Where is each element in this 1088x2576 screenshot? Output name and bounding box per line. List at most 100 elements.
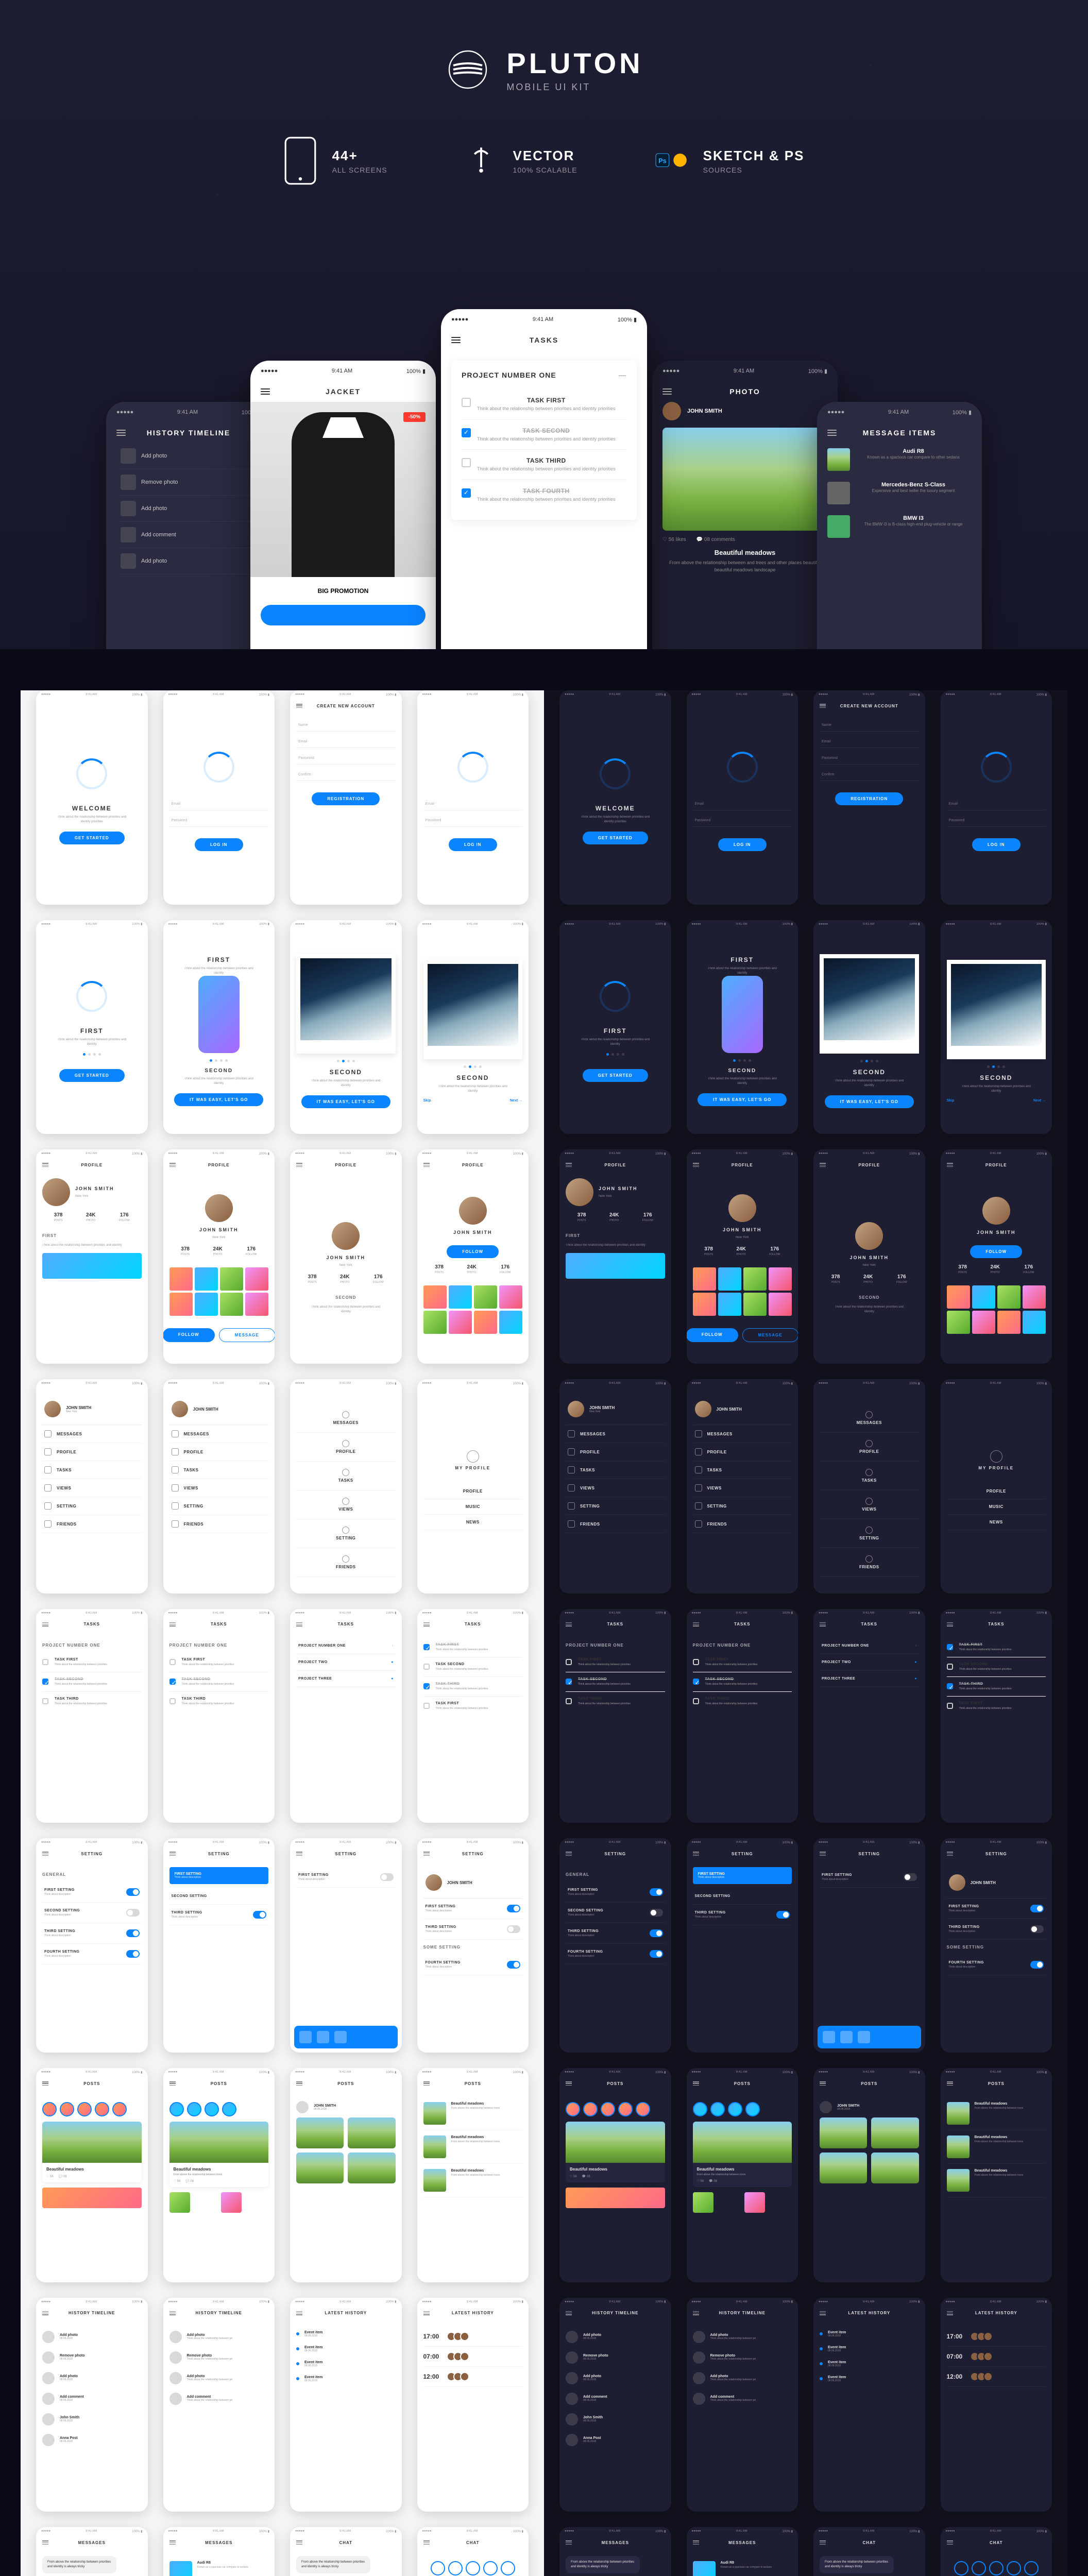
story-avatar[interactable] (222, 2102, 236, 2116)
menu-profile[interactable]: JOHN SMITH (693, 1394, 792, 1425)
toggle-switch[interactable] (1030, 1925, 1044, 1933)
menu-icon[interactable] (296, 1622, 302, 1626)
menu-item[interactable]: NEWS (947, 1515, 1046, 1530)
toggle-switch[interactable] (1030, 1961, 1044, 1969)
contact-avatar[interactable] (1024, 2561, 1039, 2575)
menu-icon[interactable] (693, 1622, 699, 1626)
menu-item[interactable]: PROFILE (42, 1443, 142, 1461)
menu-icon[interactable] (947, 2311, 953, 2315)
task-row[interactable]: TASK THIRDThink about the relationship b… (693, 1692, 792, 1711)
toggle-switch[interactable] (126, 1909, 140, 1917)
timeline-item[interactable]: John Smith08.06.2018 (566, 2409, 665, 2430)
menu-item[interactable]: MUSIC (423, 1499, 523, 1515)
toggle-switch[interactable] (650, 1950, 663, 1958)
story-avatar[interactable] (566, 2102, 580, 2116)
project-row[interactable]: PROJECT TWO● (296, 1654, 396, 1671)
confirm-field[interactable]: Confirm (820, 769, 919, 781)
lets-go-button[interactable]: IT WAS EASY, LET'S GO (698, 1093, 787, 1106)
story-avatar[interactable] (187, 2102, 201, 2116)
task-row[interactable]: TASK THIRDThink about the relationship b… (42, 1692, 142, 1711)
follow-button[interactable]: FOLLOW (163, 1328, 215, 1342)
setting-row[interactable]: THIRD SETTINGThink about description (566, 1923, 665, 1944)
lets-go-button[interactable]: IT WAS EASY, LET'S GO (174, 1093, 263, 1106)
menu-item[interactable]: SETTING (42, 1497, 142, 1515)
task-row[interactable]: TASK SECONDThink about the relationship … (947, 1657, 1046, 1677)
registration-button[interactable]: REGISTRATION (835, 792, 903, 805)
setting-row[interactable]: THIRD SETTINGThink about description (947, 1919, 1046, 1940)
message-item[interactable]: Audi R8Known as a spacious car compare t… (827, 443, 972, 477)
menu-item[interactable]: SETTING (820, 1519, 919, 1548)
toggle-switch[interactable] (126, 1950, 140, 1958)
email-field[interactable]: Email (947, 798, 1046, 810)
checkbox-icon[interactable] (42, 1659, 48, 1665)
task-row[interactable]: TASK SECONDThink about the relationship … (423, 1657, 523, 1677)
login-button[interactable]: LOG IN (195, 838, 243, 851)
post-row[interactable]: Beautiful meadowsFrom above the relation… (947, 2097, 1046, 2130)
menu-icon[interactable] (261, 388, 270, 395)
setting-row[interactable]: FOURTH SETTINGThink about description (423, 1955, 523, 1975)
menu-icon[interactable] (423, 1622, 430, 1626)
menu-icon[interactable] (423, 2540, 430, 2545)
checkbox-icon[interactable] (423, 1664, 430, 1670)
email-field[interactable]: Email (169, 798, 269, 810)
menu-item[interactable]: SETTING (566, 1497, 665, 1515)
menu-icon[interactable] (566, 1163, 572, 1167)
post-row[interactable]: Beautiful meadowsFrom above the relation… (947, 2164, 1046, 2197)
menu-item[interactable]: VIEWS (42, 1479, 142, 1497)
menu-icon[interactable] (820, 2081, 826, 2086)
menu-profile[interactable]: JOHN SMITH (169, 1394, 269, 1425)
story-avatar[interactable] (77, 2102, 92, 2116)
menu-item[interactable]: MESSAGES (296, 1404, 396, 1433)
next-link[interactable]: Next → (1033, 1099, 1046, 1103)
menu-profile[interactable]: JOHN SMITHNew York (42, 1394, 142, 1425)
menu-icon[interactable] (423, 2311, 430, 2315)
hour-block[interactable]: 07:00 (947, 2347, 1046, 2367)
post-card[interactable]: Beautiful meadowsFrom above the relation… (693, 2122, 792, 2187)
toggle-switch[interactable] (253, 1911, 266, 1919)
task-row[interactable]: TASK THIRDThink about the relationship b… (947, 1677, 1046, 1697)
checkbox-icon[interactable] (462, 428, 471, 437)
setting-row[interactable]: FOURTH SETTINGThink about description (947, 1955, 1046, 1975)
menu-icon[interactable] (423, 2081, 430, 2086)
contact-avatar[interactable] (1007, 2561, 1021, 2575)
toggle-switch[interactable] (1030, 1905, 1044, 1912)
contact-avatar[interactable] (431, 2561, 445, 2575)
menu-icon[interactable] (566, 2081, 572, 2086)
task-row[interactable]: TASK FIRSTThink about the relationship b… (42, 1653, 142, 1672)
skip-link[interactable]: Skip (947, 1099, 955, 1103)
skip-link[interactable]: Skip (423, 1099, 431, 1103)
checkbox-icon[interactable] (169, 1659, 176, 1665)
hour-block[interactable]: 12:00 (423, 2367, 523, 2387)
hour-block[interactable]: 17:00 (423, 2327, 523, 2347)
email-field[interactable]: Email (820, 736, 919, 748)
lets-go-button[interactable]: IT WAS EASY, LET'S GO (825, 1095, 914, 1108)
story-avatar[interactable] (169, 2102, 184, 2116)
checkbox-icon[interactable] (693, 1679, 699, 1685)
menu-item[interactable]: TASKS (296, 1462, 396, 1490)
password-field[interactable]: Password (423, 815, 523, 827)
story-avatar[interactable] (745, 2102, 760, 2116)
name-field[interactable]: Name (296, 719, 396, 732)
timeline-item[interactable]: Add commentThink about the relationship … (169, 2388, 269, 2409)
menu-icon[interactable] (820, 2540, 826, 2545)
task-row[interactable]: TASK FIRSTThink about the relationship b… (423, 1697, 523, 1716)
post-card[interactable]: Beautiful meadowsFrom above the relation… (169, 2122, 269, 2187)
toggle-switch[interactable] (126, 1888, 140, 1896)
menu-icon[interactable] (662, 388, 672, 395)
post-row[interactable]: Beautiful meadowsFrom above the relation… (423, 2097, 523, 2130)
checkbox-icon[interactable] (462, 398, 471, 407)
registration-button[interactable]: REGISTRATION (312, 792, 380, 805)
email-field[interactable]: Email (296, 736, 396, 748)
timeline-item[interactable]: Anna Post08.06.2018 (566, 2430, 665, 2450)
timeline-item[interactable]: Event item08.06.2018 (296, 2371, 396, 2386)
menu-item[interactable]: MESSAGES (566, 1425, 665, 1443)
selected-setting[interactable]: FIRST SETTINGThink about description (169, 1867, 269, 1884)
post-card[interactable]: Beautiful meadows♡ 56💬 08 (566, 2122, 665, 2182)
story-avatar[interactable] (710, 2102, 725, 2116)
timeline-item[interactable]: Remove photoThink about the relationship… (169, 2347, 269, 2368)
task-row[interactable]: TASK THIRDThink about the relationship b… (462, 450, 626, 480)
timeline-item[interactable]: Event item08.06.2018 (296, 2342, 396, 2357)
timeline-item[interactable]: Remove photo08.06.2018 (42, 2347, 142, 2368)
toggle-switch[interactable] (650, 1909, 663, 1917)
menu-item[interactable]: PROFILE (296, 1433, 396, 1462)
